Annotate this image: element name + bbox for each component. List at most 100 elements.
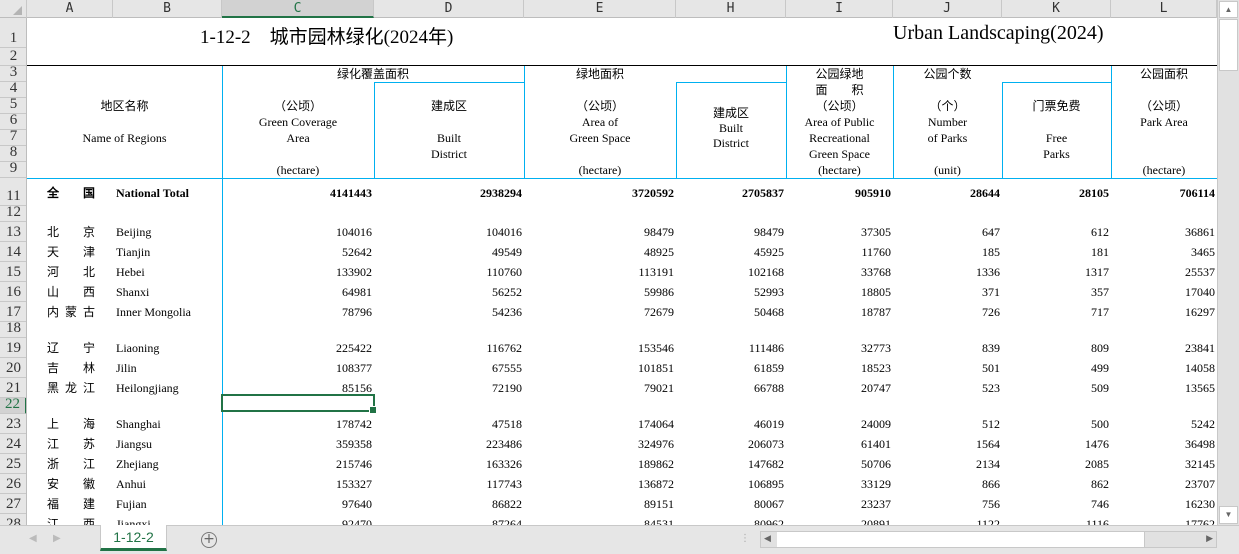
- value-cell[interactable]: 110760: [374, 262, 524, 282]
- value-cell[interactable]: 79021: [524, 378, 676, 398]
- value-cell[interactable]: 64981: [222, 282, 374, 302]
- value-cell[interactable]: 499: [1002, 358, 1111, 378]
- value-cell[interactable]: 905910: [786, 183, 893, 203]
- value-cell[interactable]: 523: [893, 378, 1002, 398]
- value-cell[interactable]: 726: [893, 302, 1002, 322]
- value-cell[interactable]: 178742: [222, 414, 374, 434]
- value-cell[interactable]: 92470: [222, 514, 374, 525]
- value-cell[interactable]: 133902: [222, 262, 374, 282]
- value-cell[interactable]: 1317: [1002, 262, 1111, 282]
- value-cell[interactable]: 500: [1002, 414, 1111, 434]
- value-cell[interactable]: 647: [893, 222, 1002, 242]
- value-cell[interactable]: 153546: [524, 338, 676, 358]
- scroll-left-arrow-icon[interactable]: ◀: [764, 533, 771, 544]
- column-header-i[interactable]: I: [786, 0, 893, 18]
- row-header-25[interactable]: 25: [0, 454, 26, 474]
- value-cell[interactable]: 50468: [676, 302, 786, 322]
- row-header-2[interactable]: 2: [0, 48, 26, 66]
- value-cell[interactable]: 72190: [374, 378, 524, 398]
- split-handle-icon[interactable]: ⋮: [740, 533, 750, 544]
- value-cell[interactable]: 1564: [893, 434, 1002, 454]
- value-cell[interactable]: 97640: [222, 494, 374, 514]
- value-cell[interactable]: 18787: [786, 302, 893, 322]
- value-cell[interactable]: 98479: [524, 222, 676, 242]
- column-header-j[interactable]: J: [893, 0, 1002, 18]
- column-header-b[interactable]: B: [113, 0, 222, 18]
- value-cell[interactable]: 181: [1002, 242, 1111, 262]
- value-cell[interactable]: 206073: [676, 434, 786, 454]
- row-header-14[interactable]: 14: [0, 242, 26, 262]
- value-cell[interactable]: 59986: [524, 282, 676, 302]
- value-cell[interactable]: 46019: [676, 414, 786, 434]
- value-cell[interactable]: 102168: [676, 262, 786, 282]
- value-cell[interactable]: 80067: [676, 494, 786, 514]
- value-cell[interactable]: 56252: [374, 282, 524, 302]
- value-cell[interactable]: 501: [893, 358, 1002, 378]
- value-cell[interactable]: 20747: [786, 378, 893, 398]
- row-header-4[interactable]: 4: [0, 82, 26, 98]
- value-cell[interactable]: 23707: [1111, 474, 1217, 494]
- value-cell[interactable]: 16230: [1111, 494, 1217, 514]
- column-header-d[interactable]: D: [374, 0, 524, 18]
- row-header-22[interactable]: 22: [0, 398, 26, 414]
- value-cell[interactable]: 25537: [1111, 262, 1217, 282]
- value-cell[interactable]: 512: [893, 414, 1002, 434]
- row-header-26[interactable]: 26: [0, 474, 26, 494]
- row-header-9[interactable]: 9: [0, 162, 26, 178]
- row-header-8[interactable]: 8: [0, 146, 26, 162]
- value-cell[interactable]: 28644: [893, 183, 1002, 203]
- value-cell[interactable]: 1122: [893, 514, 1002, 525]
- value-cell[interactable]: 2938294: [374, 183, 524, 203]
- row-header-28[interactable]: 28: [0, 514, 26, 526]
- value-cell[interactable]: 18805: [786, 282, 893, 302]
- value-cell[interactable]: 371: [893, 282, 1002, 302]
- value-cell[interactable]: 153327: [222, 474, 374, 494]
- column-header-k[interactable]: K: [1002, 0, 1111, 18]
- value-cell[interactable]: 101851: [524, 358, 676, 378]
- selected-cell-c22[interactable]: [221, 394, 377, 414]
- row-header-13[interactable]: 13: [0, 222, 26, 242]
- row-header-18[interactable]: 18: [0, 322, 26, 338]
- value-cell[interactable]: 20891: [786, 514, 893, 525]
- value-cell[interactable]: 32773: [786, 338, 893, 358]
- value-cell[interactable]: 61401: [786, 434, 893, 454]
- value-cell[interactable]: 809: [1002, 338, 1111, 358]
- value-cell[interactable]: 54236: [374, 302, 524, 322]
- value-cell[interactable]: 36498: [1111, 434, 1217, 454]
- row-header-11[interactable]: 11: [0, 181, 26, 206]
- value-cell[interactable]: 1116: [1002, 514, 1111, 525]
- value-cell[interactable]: 89151: [524, 494, 676, 514]
- value-cell[interactable]: 136872: [524, 474, 676, 494]
- vertical-scrollbar[interactable]: ▲ ▼: [1217, 0, 1239, 525]
- value-cell[interactable]: 104016: [222, 222, 374, 242]
- value-cell[interactable]: 104016: [374, 222, 524, 242]
- value-cell[interactable]: 98479: [676, 222, 786, 242]
- scroll-up-arrow-icon[interactable]: ▲: [1219, 1, 1238, 18]
- value-cell[interactable]: 24009: [786, 414, 893, 434]
- horizontal-scrollbar[interactable]: ◀ ▶: [760, 531, 1217, 548]
- value-cell[interactable]: 49549: [374, 242, 524, 262]
- value-cell[interactable]: 1476: [1002, 434, 1111, 454]
- row-header-23[interactable]: 23: [0, 414, 26, 434]
- value-cell[interactable]: 17040: [1111, 282, 1217, 302]
- value-cell[interactable]: 14058: [1111, 358, 1217, 378]
- value-cell[interactable]: 13565: [1111, 378, 1217, 398]
- scroll-right-arrow-icon[interactable]: ▶: [1206, 533, 1213, 544]
- value-cell[interactable]: 37305: [786, 222, 893, 242]
- value-cell[interactable]: 52993: [676, 282, 786, 302]
- worksheet-grid[interactable]: 1-12-2 城市园林绿化(2024年) Urban Landscaping(2…: [27, 18, 1217, 525]
- row-header-6[interactable]: 6: [0, 114, 26, 130]
- row-header-16[interactable]: 16: [0, 282, 26, 302]
- value-cell[interactable]: 113191: [524, 262, 676, 282]
- value-cell[interactable]: 78796: [222, 302, 374, 322]
- value-cell[interactable]: 163326: [374, 454, 524, 474]
- value-cell[interactable]: 189862: [524, 454, 676, 474]
- value-cell[interactable]: 61859: [676, 358, 786, 378]
- scroll-down-arrow-icon[interactable]: ▼: [1219, 506, 1238, 524]
- value-cell[interactable]: 111486: [676, 338, 786, 358]
- value-cell[interactable]: 33768: [786, 262, 893, 282]
- sheet-tab-1-12-2[interactable]: 1-12-2: [100, 525, 167, 551]
- value-cell[interactable]: 23841: [1111, 338, 1217, 358]
- value-cell[interactable]: 509: [1002, 378, 1111, 398]
- value-cell[interactable]: 1336: [893, 262, 1002, 282]
